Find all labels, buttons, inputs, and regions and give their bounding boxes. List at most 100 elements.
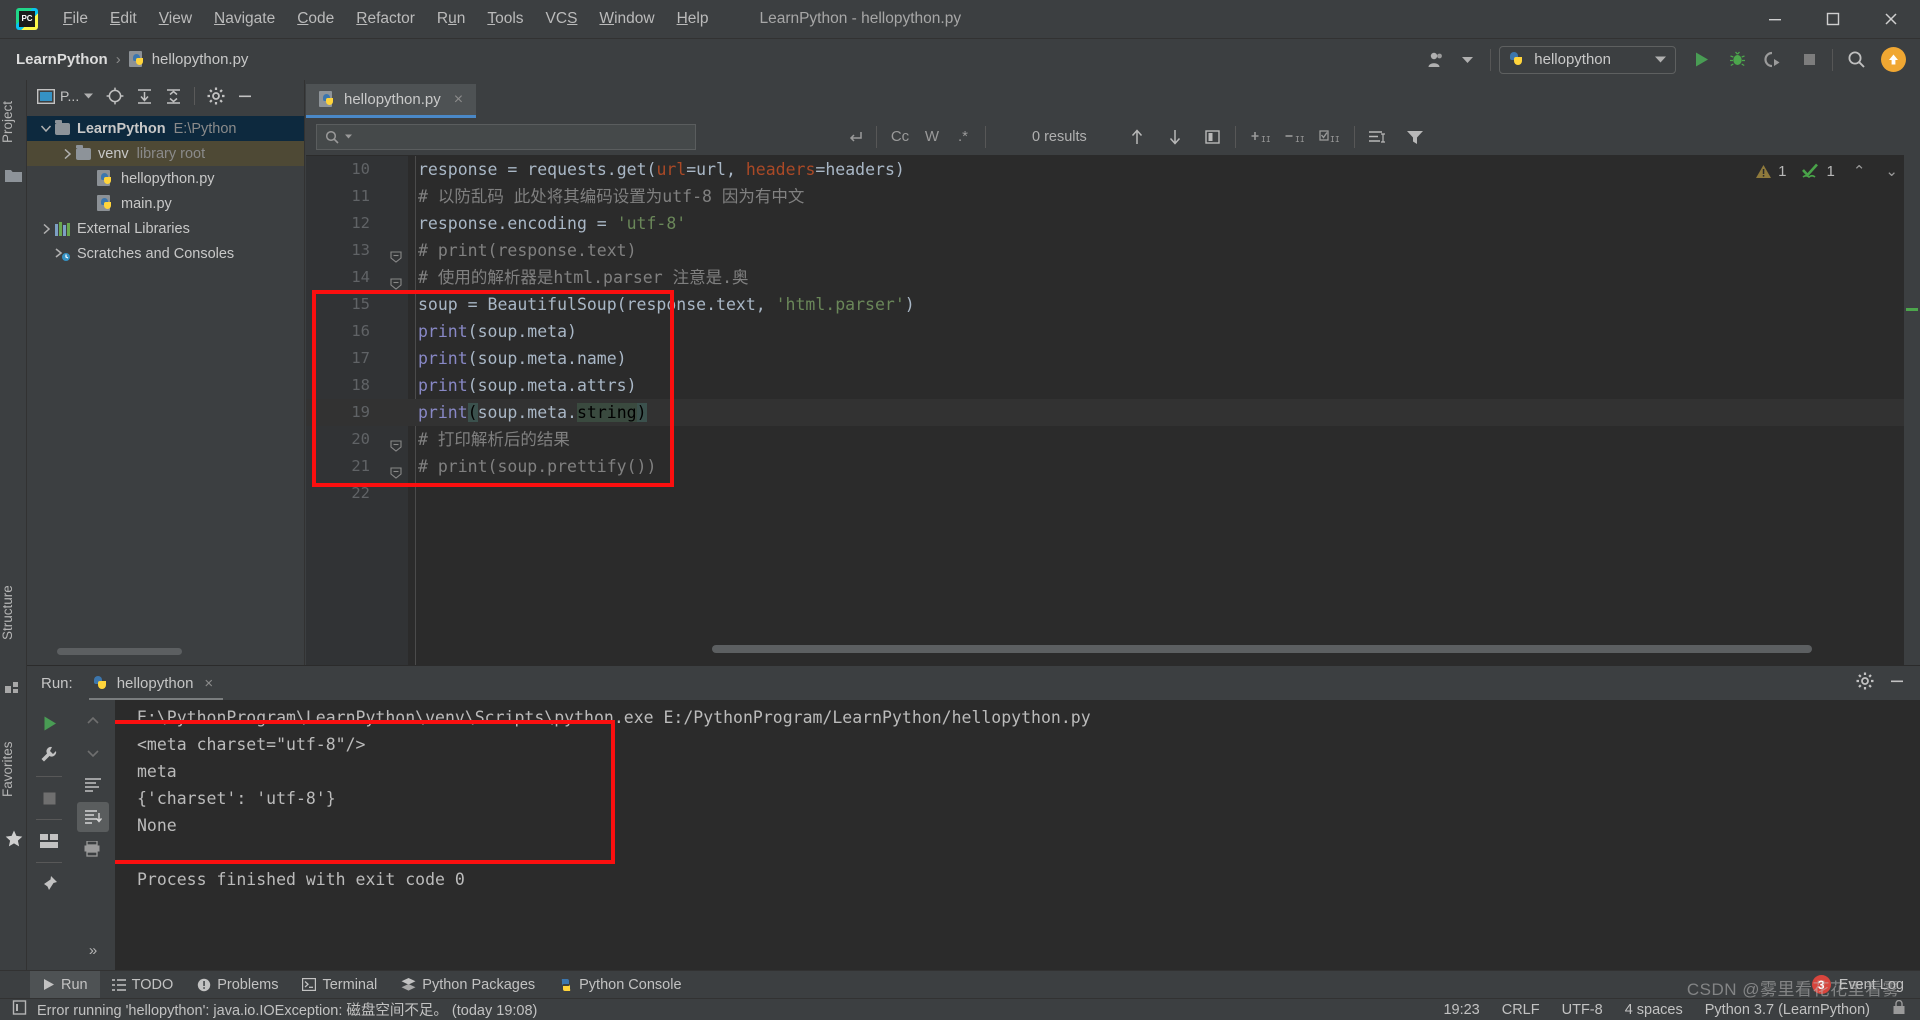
code-line-10[interactable]: 10 response = requests.get(url=url, heade… [306,156,1920,183]
breadcrumb-project[interactable]: LearnPython [16,51,108,68]
close-icon[interactable] [1862,0,1920,38]
tree-node-scratches-and-consoles[interactable]: Scratches and Consoles [27,241,304,266]
event-log-label[interactable]: Event Log [1839,977,1904,993]
stop-icon[interactable] [1794,45,1824,75]
print-icon[interactable] [77,834,109,864]
toggle-lines-icon[interactable]: II [1312,124,1346,150]
project-tree[interactable]: LearnPython E:\Python venv library root hell… [27,112,304,266]
run-console[interactable]: E:\PythonProgram\LearnPython\venv\Script… [115,700,1920,971]
run-configuration-selector[interactable]: hellopython [1499,45,1676,74]
regex-toggle[interactable]: .* [947,124,979,150]
hide-icon[interactable] [232,84,258,108]
chevron-down-icon[interactable] [37,125,55,132]
menu-item-edit[interactable]: Edit [99,6,148,32]
tree-node-hellopython-py[interactable]: hellopython.py [27,166,304,191]
debug-icon[interactable] [1722,45,1752,75]
rail-item-structure[interactable]: Structure [0,570,27,656]
run-icon[interactable] [1686,45,1716,75]
pin-icon[interactable] [33,869,65,899]
status-indent[interactable]: 4 spaces [1625,1002,1683,1018]
menu-item-navigate[interactable]: Navigate [203,6,286,32]
soft-wrap-icon[interactable] [77,770,109,800]
rerun-icon[interactable] [33,708,65,738]
search-input[interactable] [316,123,696,150]
maximize-icon[interactable] [1804,0,1862,38]
rail-item-project[interactable]: Project [0,86,27,158]
remove-line-icon[interactable]: II [1278,124,1312,150]
code-line-11[interactable]: 11 # 以防乱码 此处将其编码设置为utf-8 因为有中文 [306,183,1920,210]
expand-all-icon[interactable] [131,84,157,108]
breadcrumb[interactable]: LearnPython › hellopython.py [16,51,248,68]
menu-item-file[interactable]: File [52,6,99,32]
chevron-right-icon[interactable] [58,148,76,159]
status-encoding[interactable]: UTF-8 [1562,1002,1603,1018]
scope-icon[interactable] [1363,124,1391,150]
search-wrap-icon[interactable] [842,124,870,150]
tool-strip-item-problems[interactable]: Problems [185,971,290,999]
menu-item-tools[interactable]: Tools [476,6,534,32]
event-log-area[interactable]: 3 Event Log [1811,975,1904,994]
tool-strip-item-todo[interactable]: TODO [100,971,186,999]
tree-node-learnpython[interactable]: LearnPython E:\Python [27,116,304,141]
menu-item-view[interactable]: View [148,6,203,32]
filter-icon[interactable] [1401,124,1429,150]
search-everywhere-icon[interactable] [1841,45,1871,75]
tool-strip-item-terminal[interactable]: Terminal [290,971,389,999]
search-text-field[interactable] [358,128,687,145]
breadcrumb-file[interactable]: hellopython.py [152,51,249,68]
user-dropdown-chevron-icon[interactable] [1452,45,1482,75]
editor-tab-hellopython[interactable]: hellopython.py × [306,84,477,118]
lock-icon[interactable] [1892,999,1906,1019]
chevron-right-icon[interactable] [37,223,55,234]
fold-marker-icon[interactable] [390,244,402,263]
menu-item-window[interactable]: Window [588,6,665,32]
code-line-22[interactable]: 22 [306,480,1920,507]
menu-item-run[interactable]: Run [426,6,476,32]
code-line-12[interactable]: 12 response.encoding = 'utf-8' [306,210,1920,237]
update-project-icon[interactable] [1881,47,1906,72]
menu-item-refactor[interactable]: Refactor [345,6,426,32]
tree-node-main-py[interactable]: main.py [27,191,304,216]
minimize-icon[interactable] [1746,0,1804,38]
menu-item-code[interactable]: Code [286,6,345,32]
status-line-separator[interactable]: CRLF [1502,1002,1540,1018]
layout-icon[interactable] [33,826,65,856]
code-lines[interactable]: 10 response = requests.get(url=url, heade… [306,156,1920,665]
add-line-before-icon[interactable]: II [1244,124,1278,150]
fold-marker-icon[interactable] [390,460,402,479]
status-message[interactable]: Error running 'hellopython': java.io.IOE… [37,999,537,1020]
chevron-down-icon[interactable]: ⌄ [1885,162,1898,180]
notification-icon[interactable] [12,999,27,1020]
gear-icon[interactable] [203,84,229,108]
user-account-icon[interactable] [1422,45,1452,75]
scroll-down-icon[interactable] [77,738,109,768]
scroll-to-end-icon[interactable] [77,802,109,832]
code-line-14[interactable]: 14 # 使用的解析器是html.parser 注意是.奥 [306,264,1920,291]
run-with-coverage-icon[interactable] [1758,45,1788,75]
menu-item-vcs[interactable]: VCS [535,6,589,32]
find-previous-icon[interactable] [1123,124,1151,150]
code-line-16[interactable]: 16 print(soup.meta) [306,318,1920,345]
fold-marker-icon[interactable] [390,433,402,452]
tool-strip-item-python-packages[interactable]: Python Packages [389,971,547,999]
hide-icon[interactable] [1888,672,1906,695]
scroll-up-icon[interactable] [77,706,109,736]
code-line-20[interactable]: 20 # 打印解析后的结果 [306,426,1920,453]
fold-marker-icon[interactable] [390,271,402,290]
gear-icon[interactable] [1856,672,1874,695]
code-line-21[interactable]: 21 # print(soup.prettify()) [306,453,1920,480]
wrench-icon[interactable] [33,740,65,770]
match-case-toggle[interactable]: Cc [883,124,917,150]
chevron-up-icon[interactable]: ⌃ [1853,162,1866,180]
menu-item-help[interactable]: Help [666,6,720,32]
select-all-occurrences-icon[interactable] [1199,124,1227,150]
words-toggle[interactable]: W [917,124,947,150]
code-line-18[interactable]: 18 print(soup.meta.attrs) [306,372,1920,399]
project-scope-icon[interactable] [33,84,59,108]
code-line-15[interactable]: 15 soup = BeautifulSoup(response.text, 'h… [306,291,1920,318]
inspections-widget[interactable]: 1 1 ⌃ ⌄ [1755,162,1898,180]
find-next-icon[interactable] [1161,124,1189,150]
more-icon[interactable]: » [77,935,109,965]
close-icon[interactable]: × [454,91,463,109]
rail-item-favorites[interactable]: Favorites [0,725,27,813]
